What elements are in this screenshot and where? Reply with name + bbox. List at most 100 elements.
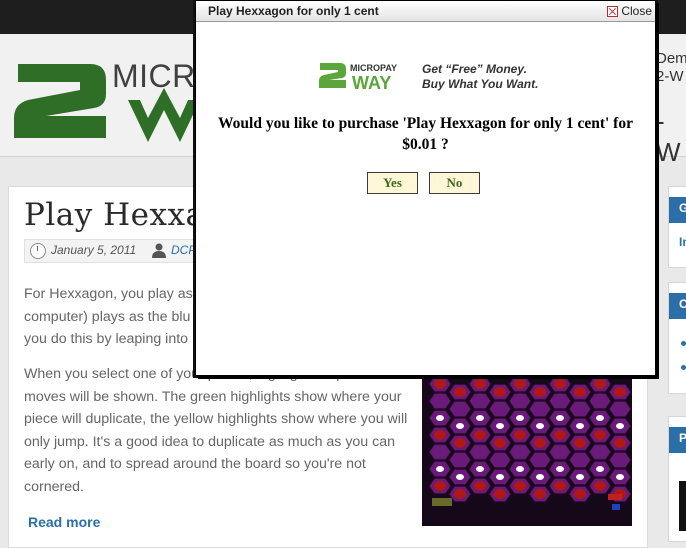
board-piece: [474, 379, 486, 389]
post-title[interactable]: Play Hexxa: [24, 197, 204, 233]
no-button[interactable]: No: [429, 172, 480, 194]
board-piece: [434, 481, 446, 491]
board-piece: [476, 415, 484, 421]
board-piece: [596, 466, 604, 472]
board-cell: [588, 392, 612, 410]
board-piece: [494, 438, 506, 448]
board-cell: [508, 392, 532, 410]
board-cell: [488, 451, 512, 469]
board-piece: [514, 481, 526, 491]
board-piece: [614, 387, 626, 397]
sidebar-link[interactable]: In: [679, 235, 686, 249]
header-text-fragment: 2-W: [656, 68, 684, 85]
board-cell: [548, 392, 572, 410]
sidebar-widget: G In: [668, 186, 686, 268]
tagline-line-2: Buy What You Want.: [422, 77, 539, 91]
board-piece: [496, 474, 504, 480]
board-piece: [594, 481, 606, 491]
board-piece: [476, 466, 484, 472]
close-button[interactable]: Close: [607, 4, 652, 18]
board-piece: [574, 387, 586, 397]
close-icon[interactable]: [607, 5, 619, 17]
logo-micropay-text: MICROPAY: [350, 63, 397, 73]
board-piece: [454, 387, 466, 397]
board-piece: [554, 481, 566, 491]
board-cell: [588, 443, 612, 461]
header-title-fragment: -W: [656, 106, 681, 167]
board-piece: [454, 489, 466, 499]
board-piece: [574, 438, 586, 448]
board-piece: [616, 474, 624, 480]
tagline-line-1: Get “Free” Money.: [422, 62, 527, 76]
hexxagon-screenshot: [422, 372, 632, 526]
post-author-link[interactable]: DCP: [171, 243, 196, 257]
board-piece: [494, 387, 506, 397]
sidebar-widget: P: [668, 416, 686, 542]
board-piece: [614, 438, 626, 448]
board-piece: [436, 415, 444, 421]
list-bullet: [681, 365, 686, 370]
close-label[interactable]: Close: [621, 4, 652, 18]
board-piece: [514, 379, 526, 389]
board-piece: [536, 423, 544, 429]
board-piece: [474, 430, 486, 440]
board-piece: [434, 379, 446, 389]
board-cell: [448, 451, 472, 469]
board-piece: [556, 466, 564, 472]
user-icon: [152, 243, 166, 258]
post-paragraph: When you select one of your pieces, high…: [24, 366, 408, 495]
board-cell: [528, 451, 552, 469]
board-piece: [454, 438, 466, 448]
board-cell: [468, 392, 492, 410]
board-piece: [594, 430, 606, 440]
board-cell: [428, 443, 452, 461]
board-cell: [448, 400, 472, 418]
board-piece: [554, 430, 566, 440]
purchase-question: Would you like to purchase 'Play Hexxago…: [218, 115, 633, 153]
yes-button[interactable]: Yes: [367, 172, 418, 194]
board-piece: [436, 466, 444, 472]
sidebar-widget: C: [668, 282, 686, 394]
board-piece: [516, 415, 524, 421]
board-cell: [428, 392, 452, 410]
board-piece: [514, 430, 526, 440]
board-piece: [576, 474, 584, 480]
board-piece: [496, 423, 504, 429]
post-date: January 5, 2011: [51, 243, 137, 257]
micropay-tagline: Get “Free” Money. Buy What You Want.: [422, 62, 538, 92]
board-piece: [536, 474, 544, 480]
clock-icon: [30, 243, 46, 259]
board-piece: [434, 430, 446, 440]
board-cell: [568, 400, 592, 418]
board-cell: [608, 400, 632, 418]
board-piece: [556, 415, 564, 421]
board-piece: [596, 415, 604, 421]
board-cell: [528, 400, 552, 418]
sidebar-widget-title: C: [679, 297, 686, 311]
board-piece: [456, 474, 464, 480]
board-cell: [468, 443, 492, 461]
board-piece: [594, 379, 606, 389]
board-cell: [548, 443, 572, 461]
board-piece: [534, 489, 546, 499]
board-piece: [534, 438, 546, 448]
board-piece: [516, 466, 524, 472]
board-piece: [576, 423, 584, 429]
dialog-titlebar[interactable]: Play Hexxagon for only 1 cent Close: [196, 1, 655, 22]
sidebar-widget-title: G: [679, 201, 686, 215]
board-piece: [554, 379, 566, 389]
board-cell: [608, 451, 632, 469]
board-piece: [474, 481, 486, 491]
board-piece: [534, 387, 546, 397]
board-cell: [568, 451, 592, 469]
list-bullet: [681, 341, 686, 346]
logo-way-text: WAY: [352, 73, 391, 91]
board-piece: [494, 489, 506, 499]
board-piece: [616, 423, 624, 429]
micropay-2way-logo: MICROPAY WAY: [319, 63, 397, 91]
dialog-title: Play Hexxagon for only 1 cent: [208, 4, 379, 18]
post-paragraph: For Hexxagon, you play as computer) play…: [24, 286, 193, 347]
header-text-fragment: Dem: [656, 50, 686, 67]
read-more-link[interactable]: Read more: [28, 514, 100, 530]
board-piece: [456, 423, 464, 429]
